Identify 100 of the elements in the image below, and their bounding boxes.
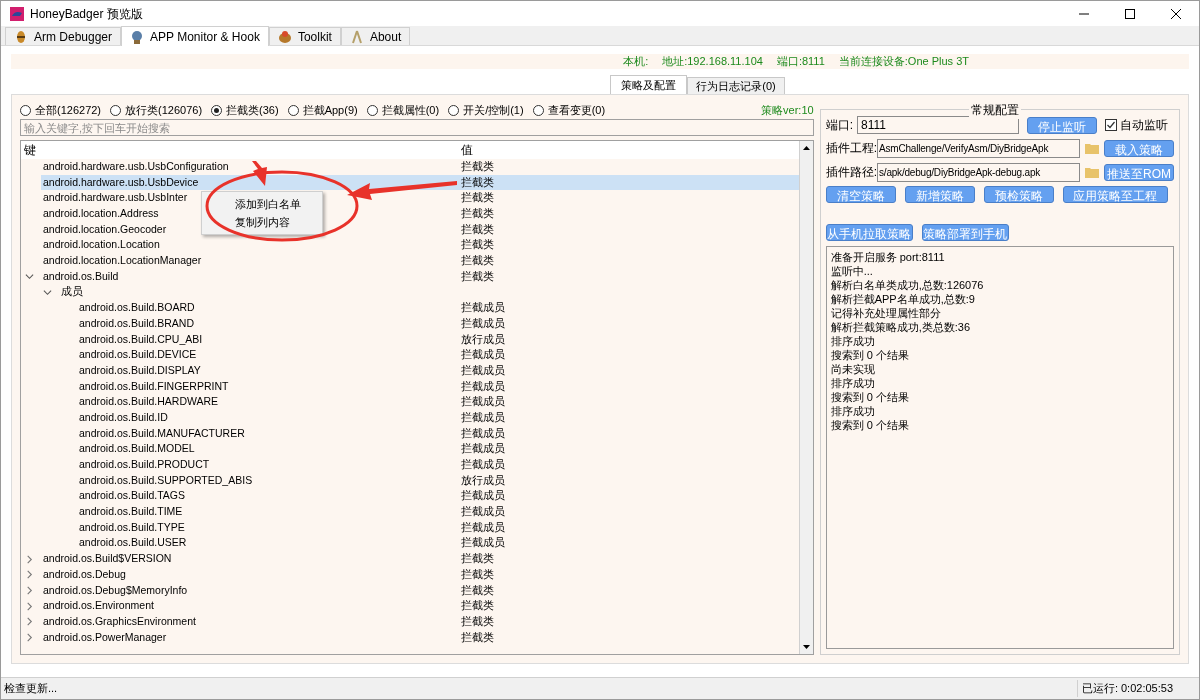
- project-label: 插件工程:: [825, 140, 877, 157]
- menu-item[interactable]: 复制列内容: [202, 213, 322, 231]
- tree-item[interactable]: android.os.Build.MANUFACTURER: [77, 425, 245, 442]
- tree-item[interactable]: 成员: [59, 284, 83, 301]
- value-cell: 拦截成员: [461, 505, 505, 518]
- value-cell: 拦截成员: [461, 316, 505, 329]
- expand-chevron-icon[interactable]: [25, 570, 34, 580]
- tree-item[interactable]: android.location.Location: [41, 237, 160, 254]
- value-cell: 拦截类: [461, 567, 494, 580]
- expand-chevron-icon[interactable]: [25, 601, 34, 611]
- tab[interactable]: APP Monitor & Hook: [121, 26, 269, 46]
- tree-item[interactable]: android.os.Environment: [41, 598, 154, 614]
- filter-radio[interactable]: 拦截类(36): [211, 101, 279, 119]
- tree-item[interactable]: android.os.Build: [41, 268, 119, 285]
- tree-item[interactable]: android.os.Build.FINGERPRINT: [77, 378, 229, 395]
- tree-item[interactable]: android.os.Debug: [41, 566, 126, 583]
- tree-item[interactable]: android.location.LocationManager: [41, 253, 202, 269]
- value-cell: 拦截成员: [461, 442, 505, 455]
- value-cell: 拦截类: [461, 614, 494, 627]
- value-cell: 拦截成员: [461, 458, 505, 471]
- log-line: 排序成功: [830, 404, 876, 418]
- column-header[interactable]: 键: [24, 143, 36, 157]
- tree-item[interactable]: android.hardware.usb.UsbInter: [41, 190, 188, 207]
- tree-item[interactable]: android.location.Address: [41, 206, 159, 222]
- value-cell: 拦截类: [461, 269, 494, 282]
- runtime-text: 已运行: 0:02:05:53: [1076, 680, 1199, 697]
- tab[interactable]: Toolkit: [268, 27, 341, 45]
- checkbox[interactable]: [1105, 119, 1117, 131]
- column-header[interactable]: 值: [458, 141, 473, 159]
- plugin-path-field[interactable]: s/apk/debug/DiyBridgeApk-debug.apk: [877, 162, 1080, 182]
- tree-item[interactable]: android.location.Geocoder: [41, 221, 167, 238]
- value-cell: 拦截成员: [461, 536, 505, 549]
- tree-item[interactable]: android.os.PowerManager: [41, 629, 167, 646]
- log-line: 搜索到 0 个结果: [830, 348, 910, 362]
- tree-item[interactable]: android.os.Build.TYPE: [77, 519, 185, 536]
- value-cell: 拦截类: [461, 254, 494, 267]
- value-cell: 拦截成员: [461, 410, 505, 423]
- expand-chevron-icon[interactable]: [25, 554, 34, 564]
- close-icon: [1171, 8, 1181, 19]
- search-field[interactable]: 输入关键字,按下回车开始搜索: [20, 119, 814, 136]
- tree-item[interactable]: android.os.Build.BOARD: [77, 300, 195, 316]
- tree-item[interactable]: android.os.Build.PRODUCT: [77, 457, 210, 473]
- collapse-chevron-icon[interactable]: [25, 272, 34, 282]
- tree-item[interactable]: android.os.Build.SUPPORTED_ABIS: [77, 472, 253, 489]
- tree-item[interactable]: android.os.Build.HARDWARE: [77, 394, 219, 411]
- tree-item[interactable]: android.os.Build$VERSION: [41, 551, 172, 567]
- value-cell: 拦截类: [461, 238, 494, 251]
- expand-chevron-icon[interactable]: [25, 585, 34, 595]
- port-field[interactable]: 8111: [857, 116, 1019, 134]
- menu-item[interactable]: 添加到白名单: [202, 195, 322, 213]
- tree-item[interactable]: android.hardware.usb.UsbDevice: [41, 174, 458, 191]
- value-cell: 拦截成员: [461, 395, 505, 408]
- expand-chevron-icon[interactable]: [25, 617, 34, 627]
- filter-radio[interactable]: 放行类(126076): [110, 101, 203, 119]
- log-line: 排序成功: [830, 376, 876, 390]
- value-cell: 拦截类: [461, 159, 494, 172]
- port-label: 端口:: [825, 117, 853, 134]
- expand-chevron-icon[interactable]: [25, 632, 34, 642]
- log-line: 尚未实现: [830, 362, 876, 376]
- value-cell: 拦截成员: [461, 379, 505, 392]
- tab[interactable]: Arm Debugger: [5, 27, 122, 45]
- checkbox-label[interactable]: 自动监听: [1120, 116, 1168, 134]
- value-cell: 拦截成员: [461, 489, 505, 502]
- value-cell: 拦截成员: [461, 348, 505, 361]
- filter-radio[interactable]: 查看变更(0): [532, 101, 606, 119]
- project-path-field[interactable]: AsmChallenge/VerifyAsm/DiyBridgeApk: [877, 138, 1080, 158]
- log-line: 监听中...: [830, 264, 874, 278]
- log-line: 解析拦截APP名单成功,总数:9: [830, 292, 976, 306]
- app-logo-icon: [10, 6, 24, 21]
- filter-radio[interactable]: 开关/控制(1): [448, 101, 524, 119]
- tab[interactable]: 策略及配置: [610, 75, 688, 94]
- tree-item[interactable]: android.os.Build.DEVICE: [77, 347, 197, 363]
- log-line: 排序成功: [830, 334, 876, 348]
- tree-item[interactable]: android.os.Build.USER: [77, 535, 187, 552]
- filter-radio[interactable]: 拦截属性(0): [366, 101, 440, 119]
- value-cell: 拦截成员: [461, 363, 505, 376]
- tree-item[interactable]: android.os.Build.MODEL: [77, 441, 195, 458]
- tree-item[interactable]: android.os.Build.TIME: [77, 504, 183, 520]
- tree-item[interactable]: android.hardware.usb.UsbConfiguration: [41, 158, 229, 175]
- tree-item[interactable]: android.os.Build.CPU_ABI: [77, 331, 203, 348]
- value-cell: 拦截类: [461, 175, 494, 188]
- scrollbar[interactable]: [798, 141, 813, 654]
- tree-item[interactable]: android.os.Build.BRAND: [77, 315, 194, 332]
- tab[interactable]: About: [340, 27, 411, 45]
- bulb-icon: [130, 29, 145, 44]
- tree-item[interactable]: android.os.Build.DISPLAY: [77, 362, 201, 379]
- tab[interactable]: 行为日志记录(0): [687, 77, 785, 94]
- tree-item[interactable]: android.os.Build.TAGS: [77, 488, 186, 505]
- value-cell: 拦截类: [461, 191, 494, 204]
- filter-radio[interactable]: 全部(126272): [20, 101, 102, 119]
- filter-radio[interactable]: 拦截App(9): [287, 101, 358, 119]
- basket-icon: [277, 29, 292, 44]
- value-cell: 拦截类: [461, 599, 494, 612]
- tree-item[interactable]: android.os.GraphicsEnvironment: [41, 613, 196, 630]
- value-cell: 拦截成员: [461, 301, 505, 314]
- tree-item[interactable]: android.os.Debug$MemoryInfo: [41, 582, 188, 599]
- value-cell: 拦截类: [461, 583, 494, 596]
- collapse-chevron-icon[interactable]: [43, 287, 52, 297]
- value-cell: 放行成员: [461, 473, 505, 486]
- tree-item[interactable]: android.os.Build.ID: [77, 409, 168, 426]
